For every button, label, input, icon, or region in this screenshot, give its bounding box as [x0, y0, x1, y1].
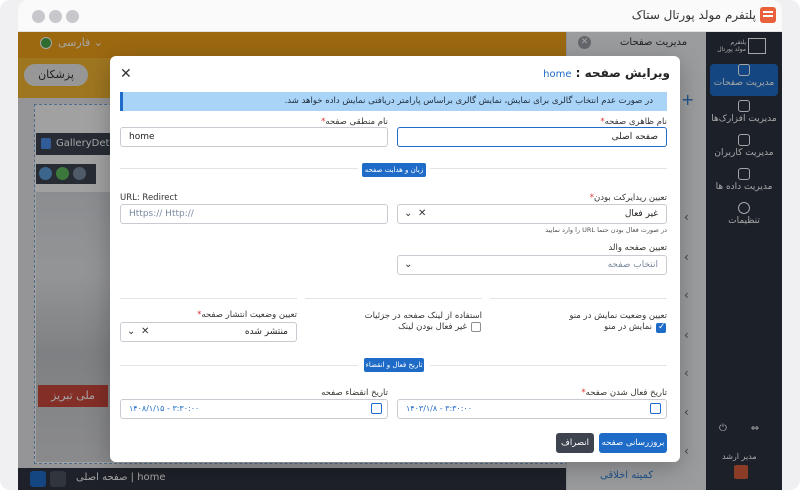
publish-status-label: تعیین وضعیت انتشار صفحه*: [197, 310, 297, 320]
end-date-value: ۱۴۰۸/۱/۱۵ - ۳:۳۰:۰۰: [129, 404, 200, 413]
display-name-field[interactable]: صفحه اصلی: [397, 127, 667, 147]
page-key: home: [543, 69, 572, 80]
end-date-input[interactable]: ۱۴۰۸/۱/۱۵ - ۳:۳۰:۰۰: [120, 399, 388, 419]
divider: [305, 298, 482, 299]
parent-page-label: تعیین صفحه والد: [608, 243, 667, 253]
divider: [430, 365, 667, 366]
publish-status-select[interactable]: منتشر شده ⌄ ✕: [120, 322, 297, 342]
clear-icon[interactable]: ✕: [141, 323, 149, 341]
start-date-label: تاریخ فعال شدن صفحه*: [581, 388, 667, 398]
url-label: URL: Redirect: [120, 193, 178, 203]
logical-name-field[interactable]: home: [120, 127, 388, 147]
redirect-url-input[interactable]: Https:// Http://: [120, 204, 388, 224]
divider: [490, 298, 667, 299]
cancel-button[interactable]: انصراف: [556, 433, 594, 453]
disable-link-label: غیر فعال بودن لینک: [398, 322, 467, 332]
divider: [430, 168, 667, 169]
section-language-routing: زبان و هدایت صفحه: [362, 163, 426, 177]
start-date-input[interactable]: ۱۴۰۳/۱/۸ - ۳:۳۰:۰۰: [397, 399, 667, 419]
redirect-select[interactable]: غیر فعال ⌄ ✕: [397, 204, 667, 224]
publish-status-value: منتشر شده: [244, 327, 288, 337]
display-name-label: نام ظاهری صفحه*: [600, 117, 667, 127]
start-date-value: ۱۴۰۳/۱/۸ - ۳:۳۰:۰۰: [406, 404, 473, 413]
info-alert: در صورت عدم انتخاب گالری برای نمایش، نما…: [120, 92, 667, 111]
divider: [120, 298, 297, 299]
chevron-down-icon[interactable]: ⌄: [404, 256, 412, 274]
clear-icon[interactable]: ✕: [418, 205, 426, 223]
show-in-menu-label: نمایش در منو: [604, 322, 652, 332]
window-close-dot[interactable]: [32, 10, 45, 23]
parent-page-placeholder: انتخاب صفحه: [607, 260, 658, 270]
window-title: پلتفرم مولد پورتال ستاک: [631, 8, 756, 22]
detail-link-label: استفاده از لینک صفحه در جزئیات: [364, 311, 482, 321]
chevron-down-icon[interactable]: ⌄: [404, 205, 412, 223]
divider: [120, 365, 358, 366]
app-logo-icon: [760, 7, 776, 23]
parent-page-select[interactable]: انتخاب صفحه ⌄: [397, 255, 667, 275]
window-minimize-dot[interactable]: [49, 10, 62, 23]
window-maximize-dot[interactable]: [66, 10, 79, 23]
redirect-hint: در صورت فعال بودن حتما URL را وارد نمایی…: [545, 226, 667, 234]
divider: [120, 168, 358, 169]
redirect-label: تعیین ریدایرکت بودن*: [589, 193, 667, 203]
show-in-menu-checkbox[interactable]: [656, 322, 666, 333]
logical-name-label: نام منطقی صفحه*: [321, 117, 388, 127]
redirect-value: غیر فعال: [624, 209, 658, 219]
calendar-icon[interactable]: [650, 403, 661, 414]
menu-display-label: تعیین وضعیت نمایش در منو: [569, 311, 667, 321]
disable-link-checkbox[interactable]: [471, 322, 481, 332]
update-page-button[interactable]: بروزرسانی صفحه: [599, 433, 667, 453]
section-dates: تاریخ فعال و انقضاء: [364, 358, 424, 372]
calendar-icon[interactable]: [371, 403, 382, 414]
close-icon[interactable]: ✕: [120, 66, 132, 82]
end-date-label: تاریخ انقضاء صفحه: [321, 388, 388, 398]
chevron-down-icon[interactable]: ⌄: [127, 323, 135, 341]
modal-title: ویرایش صفحه : home: [543, 66, 670, 80]
